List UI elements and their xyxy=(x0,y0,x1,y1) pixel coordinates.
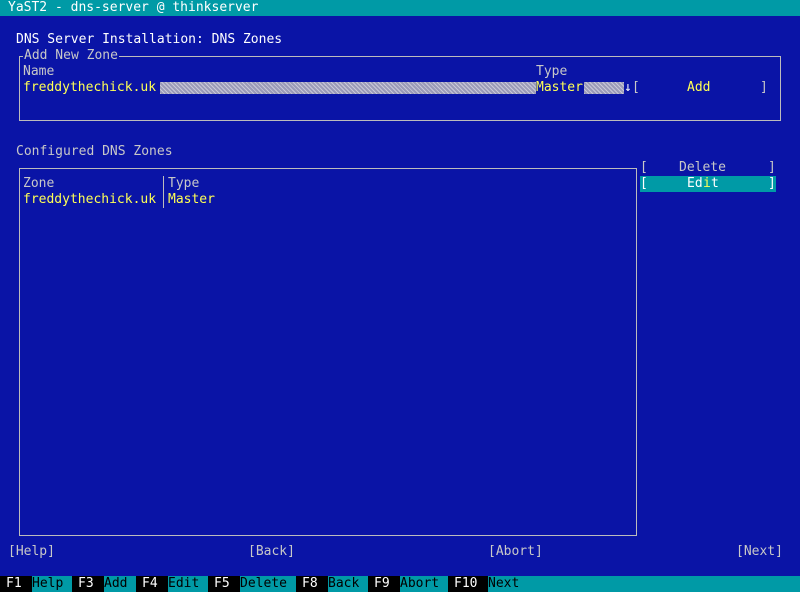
zone-name-input-fill xyxy=(160,82,536,94)
edit-button-label-post: t xyxy=(711,176,719,191)
zone-name-value: freddythechick.uk xyxy=(23,80,157,95)
fkey-help-label: Help xyxy=(32,576,64,591)
table-cell-zone: freddythechick.uk xyxy=(23,192,157,207)
fkey-add-label: Add xyxy=(104,576,128,591)
edit-button-open-bracket: [ xyxy=(640,176,648,191)
back-button[interactable]: [Back] xyxy=(248,544,295,560)
fkey-edit-label: Edit xyxy=(168,576,200,591)
zone-name-label: Name xyxy=(23,64,55,79)
delete-button-close-bracket: ] xyxy=(768,160,776,175)
help-button[interactable]: [Help] xyxy=(8,544,55,560)
edit-button-hotkey: i xyxy=(703,176,711,191)
zone-type-label: Type xyxy=(536,64,568,79)
add-button-label: Add xyxy=(687,80,711,95)
fkey-delete-label: Delete xyxy=(240,576,287,591)
fkey-edit-key: F4 xyxy=(142,576,158,591)
zones-table[interactable] xyxy=(19,168,637,536)
add-button-close-bracket: ] xyxy=(760,80,768,95)
next-button[interactable]: [Next] xyxy=(736,544,783,560)
delete-button-label: Delete xyxy=(679,160,726,175)
delete-button-open-bracket: [ xyxy=(640,160,648,175)
add-zone-frame-label: Add New Zone xyxy=(23,48,119,64)
fkey-help-key: F1 xyxy=(6,576,22,591)
zone-type-value: Master xyxy=(536,80,583,95)
fkey-back-label: Back xyxy=(328,576,360,591)
column-divider xyxy=(163,176,164,208)
edit-button[interactable]: [ Ed i t ] xyxy=(640,176,776,192)
fkey-next-key: F10 xyxy=(454,576,478,591)
window-title: YaST2 - dns-server @ thinkserver xyxy=(8,0,259,15)
page-title: DNS Server Installation: DNS Zones xyxy=(16,32,283,47)
zones-table-header-type[interactable]: Type xyxy=(168,176,199,192)
fkey-abort-key: F9 xyxy=(374,576,390,591)
fkey-delete-key: F5 xyxy=(214,576,230,591)
edit-button-close-bracket: ] xyxy=(768,176,776,191)
configured-zones-label: Configured DNS Zones xyxy=(16,144,173,159)
fkey-next-label: Next xyxy=(488,576,520,591)
fkey-add-key: F3 xyxy=(78,576,94,591)
edit-button-label-pre: Ed xyxy=(687,176,703,191)
zones-table-header-zone[interactable]: Zone xyxy=(23,176,54,192)
chevron-down-icon[interactable]: ↓ xyxy=(624,80,632,96)
window-title-bar: YaST2 - dns-server @ thinkserver xyxy=(0,0,800,16)
fkey-abort-label: Abort xyxy=(400,576,440,591)
abort-button[interactable]: [Abort] xyxy=(488,544,543,560)
zone-type-select-fill xyxy=(584,82,624,94)
function-key-bar: F1 Help F3 Add F4 Edit F5 Delete F8 Back… xyxy=(0,576,800,592)
table-cell-type: Master xyxy=(168,192,215,207)
add-button-open-bracket: [ xyxy=(632,80,640,95)
fkey-back-key: F8 xyxy=(302,576,318,591)
